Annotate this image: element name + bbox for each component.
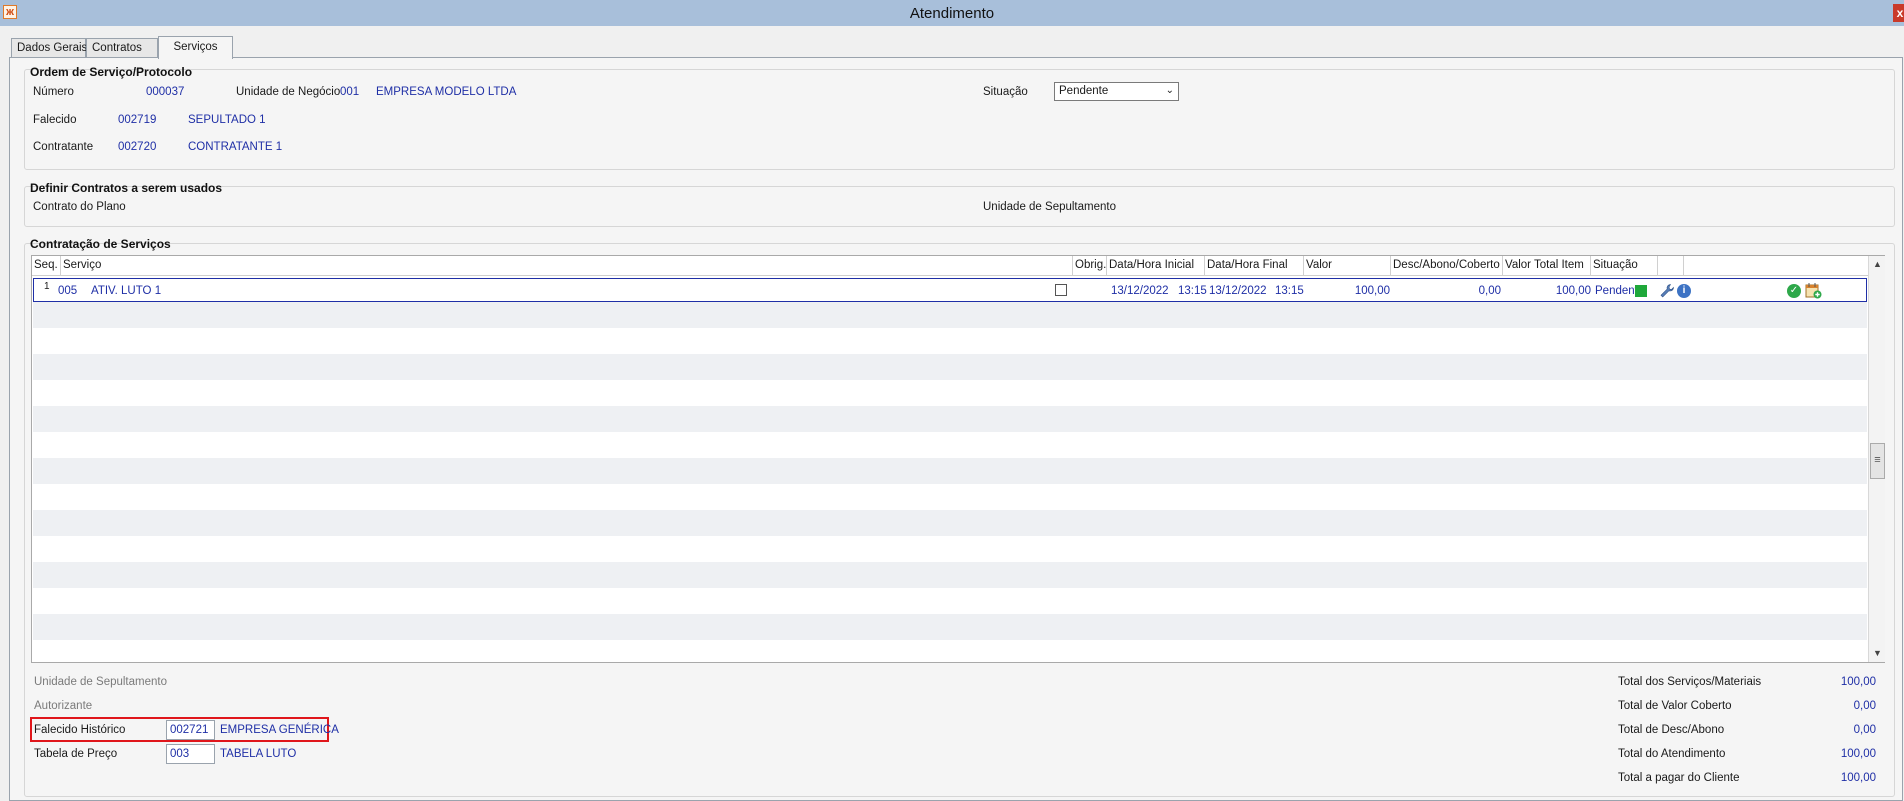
- row-servico-code: 005: [58, 285, 78, 297]
- check-circle-icon[interactable]: ✓: [1787, 284, 1801, 298]
- col-obrig[interactable]: Obrig.: [1073, 256, 1107, 276]
- unidade-negocio-label: Unidade de Negócio: [236, 86, 341, 98]
- col-seq[interactable]: Seq.: [32, 256, 61, 276]
- total-atendimento-label: Total do Atendimento: [1618, 748, 1726, 760]
- total-servicos-label: Total dos Serviços/Materiais: [1618, 676, 1762, 688]
- ordem-servico-title: Ordem de Serviço/Protocolo: [30, 65, 193, 79]
- servicos-grid[interactable]: Seq. Serviço Obrig. Data/Hora Inicial Da…: [31, 255, 1885, 663]
- unidade-negocio-code[interactable]: 001: [340, 86, 359, 98]
- total-atendimento-value: 100,00: [1840, 748, 1876, 760]
- contratacao-servicos-title: Contratação de Serviços: [30, 237, 171, 251]
- situacao-value: Pendente: [1059, 85, 1109, 97]
- empty-row: [33, 562, 1867, 588]
- row-data-final: 13/12/2022: [1209, 285, 1267, 297]
- total-pagar-value: 100,00: [1840, 772, 1876, 784]
- grid-scrollbar[interactable]: ▲ ≡ ▼: [1868, 256, 1885, 662]
- empty-row: [33, 510, 1867, 536]
- status-green-square-icon: [1635, 285, 1647, 297]
- falecido-historico-code[interactable]: 002721: [166, 720, 215, 740]
- tab-contratos[interactable]: Contratos: [86, 38, 158, 57]
- numero-value[interactable]: 000037: [146, 86, 184, 98]
- definir-contratos-group: [24, 186, 1895, 227]
- row-servico-name: ATIV. LUTO 1: [91, 285, 162, 297]
- tabela-preco-code[interactable]: 003: [166, 744, 215, 764]
- unidade-sepultamento-bottom-label: Unidade de Sepultamento: [34, 676, 167, 688]
- chevron-down-icon: ⌄: [1165, 85, 1174, 96]
- title-bar: ж Atendimento x: [0, 0, 1904, 26]
- situacao-label: Situação: [983, 86, 1028, 98]
- row-hora-inicial: 13:15: [1178, 285, 1207, 297]
- col-valor[interactable]: Valor: [1304, 256, 1391, 276]
- total-desc-value: 0,00: [1853, 724, 1876, 736]
- numero-label: Número: [33, 86, 74, 98]
- contratante-label: Contratante: [33, 141, 94, 153]
- falecido-label: Falecido: [33, 114, 77, 126]
- col-data-inicial[interactable]: Data/Hora Inicial: [1107, 256, 1205, 276]
- total-coberto-label: Total de Valor Coberto: [1618, 700, 1732, 712]
- info-icon[interactable]: i: [1677, 284, 1691, 298]
- col-blank-a: [1658, 256, 1684, 276]
- row-desc: 0,00: [1478, 285, 1501, 297]
- total-pagar-label: Total a pagar do Cliente: [1618, 772, 1740, 784]
- row-seq: 1: [44, 281, 50, 292]
- row-valor-total: 100,00: [1555, 285, 1591, 297]
- grid-header: Seq. Serviço Obrig. Data/Hora Inicial Da…: [32, 256, 1868, 276]
- contrato-plano-label: Contrato do Plano: [33, 201, 126, 213]
- tabela-preco-label: Tabela de Preço: [34, 748, 118, 760]
- col-desc[interactable]: Desc/Abono/Coberto: [1391, 256, 1503, 276]
- unidade-sepultamento-label: Unidade de Sepultamento: [983, 201, 1116, 213]
- calendar-add-icon[interactable]: [1805, 282, 1822, 299]
- tabela-preco-name: TABELA LUTO: [220, 748, 297, 760]
- obrig-checkbox[interactable]: [1055, 284, 1067, 296]
- empty-row: [33, 614, 1867, 640]
- empty-row: [33, 406, 1867, 432]
- unidade-negocio-name: EMPRESA MODELO LTDA: [376, 86, 517, 98]
- close-button[interactable]: x: [1893, 4, 1904, 22]
- total-servicos-value: 100,00: [1840, 676, 1876, 688]
- window-title: Atendimento: [909, 5, 995, 22]
- table-row[interactable]: 1 005 ATIV. LUTO 1 13/12/2022 13:15 13/1…: [33, 278, 1867, 302]
- scroll-down-icon[interactable]: ▼: [1869, 645, 1886, 662]
- definir-contratos-title: Definir Contratos a serem usados: [30, 181, 223, 195]
- col-valor-total[interactable]: Valor Total Item: [1503, 256, 1591, 276]
- empty-row: [33, 302, 1867, 328]
- total-coberto-value: 0,00: [1853, 700, 1876, 712]
- wrench-icon[interactable]: [1659, 283, 1675, 299]
- falecido-code[interactable]: 002719: [118, 114, 156, 126]
- row-hora-final: 13:15: [1275, 285, 1304, 297]
- falecido-name: SEPULTADO 1: [188, 114, 266, 126]
- contratante-code[interactable]: 002720: [118, 141, 156, 153]
- empty-row: [33, 354, 1867, 380]
- contratante-name: CONTRATANTE 1: [188, 141, 283, 153]
- autorizante-label: Autorizante: [34, 700, 93, 712]
- row-data-inicial: 13/12/2022: [1111, 285, 1169, 297]
- falecido-historico-label: Falecido Histórico: [34, 724, 126, 736]
- falecido-historico-name: EMPRESA GENÉRICA: [220, 724, 339, 736]
- empty-row: [33, 458, 1867, 484]
- total-desc-label: Total de Desc/Abono: [1618, 724, 1725, 736]
- scroll-up-icon[interactable]: ▲: [1869, 256, 1886, 273]
- ordem-servico-group: [24, 69, 1895, 170]
- row-valor: 100,00: [1354, 285, 1390, 297]
- situacao-select[interactable]: Pendente ⌄: [1054, 82, 1179, 101]
- tab-dados-gerais[interactable]: Dados Gerais: [11, 38, 87, 57]
- scroll-thumb[interactable]: ≡: [1870, 443, 1885, 479]
- col-situacao[interactable]: Situação: [1591, 256, 1658, 276]
- col-servico[interactable]: Serviço: [61, 256, 1073, 276]
- col-data-final[interactable]: Data/Hora Final: [1205, 256, 1304, 276]
- tab-servicos[interactable]: Serviços: [158, 36, 233, 59]
